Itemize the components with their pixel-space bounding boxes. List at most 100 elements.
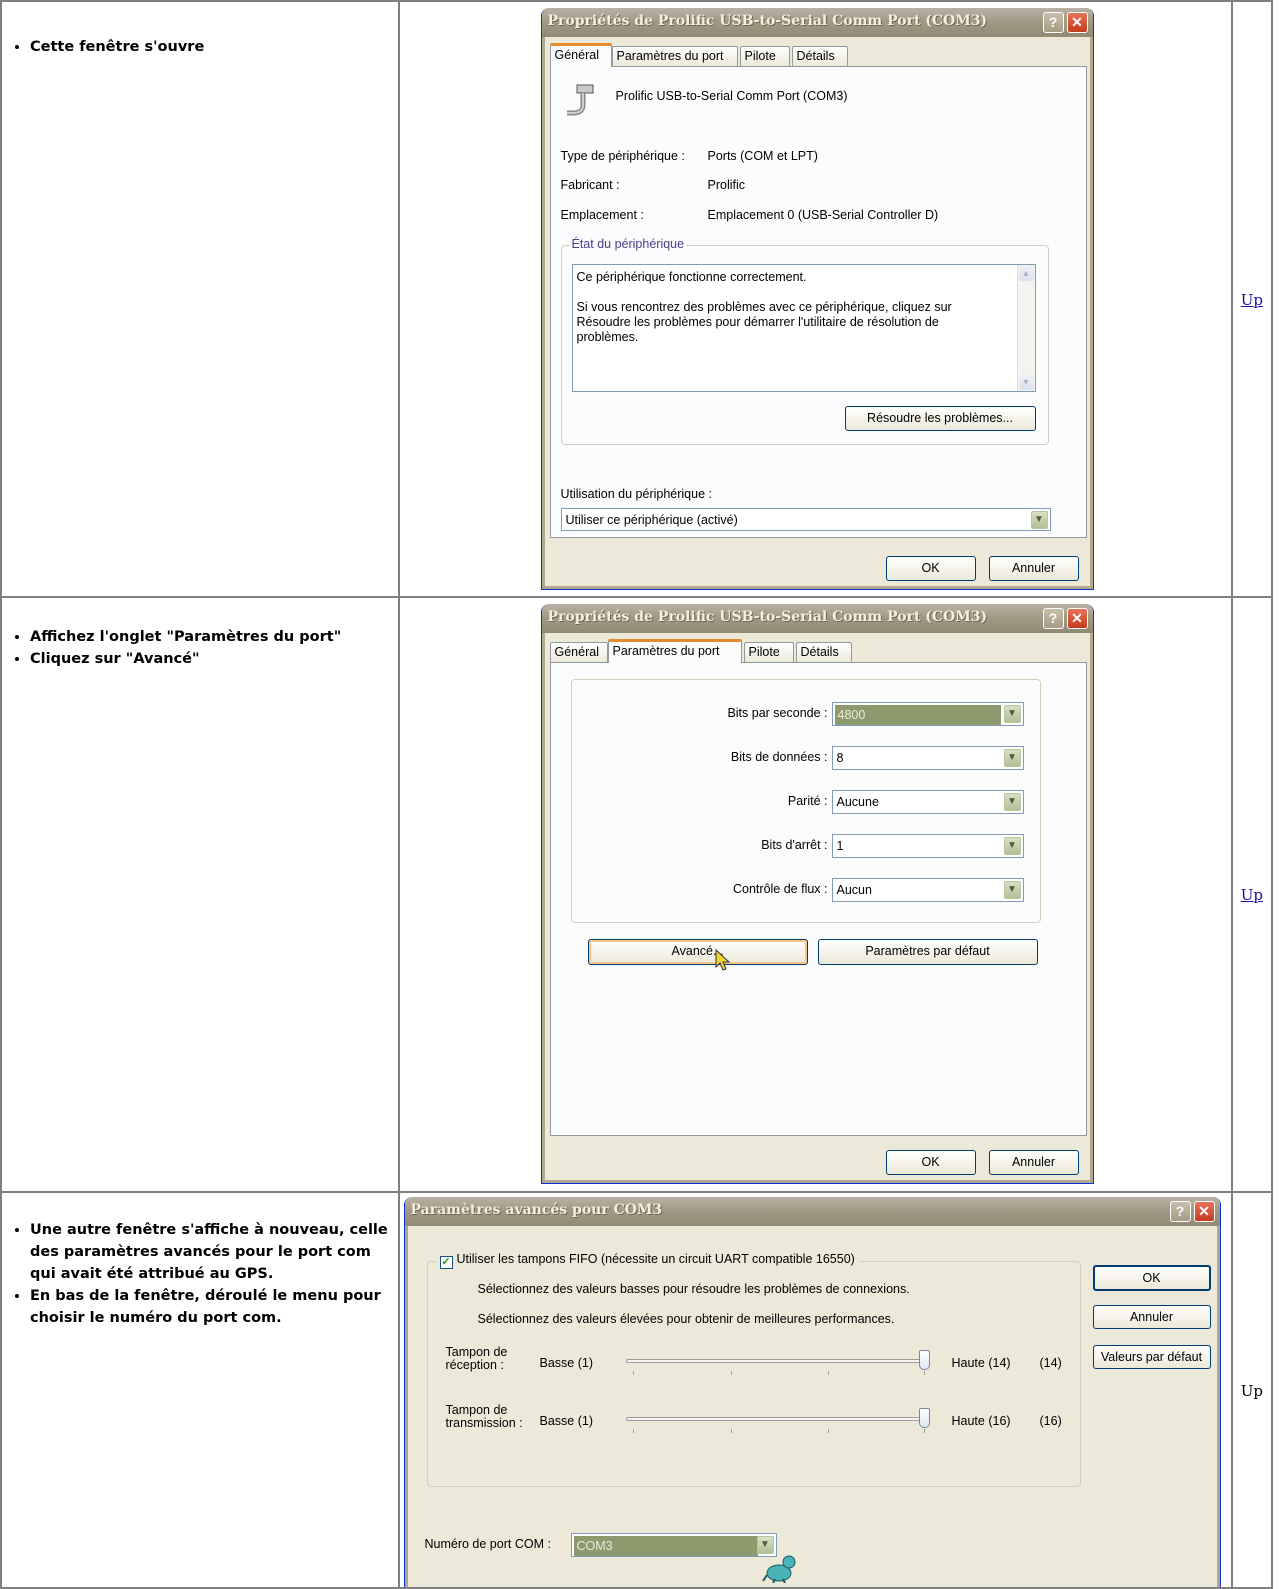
status-line: Ce périphérique fonctionne correctement.	[576, 270, 807, 284]
scroll-down-icon[interactable]: ▼	[1018, 375, 1034, 390]
rx-high: Haute (14)	[951, 1356, 1011, 1370]
defaults-button[interactable]: Valeurs par défaut	[1092, 1345, 1211, 1369]
advanced-button[interactable]: Avancé...	[587, 939, 808, 965]
status-line: problèmes.	[576, 330, 639, 344]
ok-button[interactable]: OK	[885, 1150, 976, 1175]
bullet-list: Une autre fenêtre s'affiche à nouveau, c…	[2, 1219, 398, 1329]
fifo-option[interactable]: ✓ Utiliser les tampons FIFO (nécessite un…	[435, 1252, 859, 1269]
field-label: Bits de données :	[730, 750, 828, 764]
scrollbar[interactable]: ▲ ▼	[1016, 265, 1035, 391]
field-label: Bits d'arrêt :	[761, 838, 828, 852]
cancel-button[interactable]: Annuler	[1092, 1305, 1211, 1329]
cancel-button[interactable]: Annuler	[988, 1150, 1079, 1175]
data-bits-value: 8	[836, 751, 844, 765]
window-title: Propriétés de Prolific USB-to-Serial Com…	[547, 13, 988, 29]
rx-label-2: réception :	[445, 1358, 504, 1372]
status-line: Si vous rencontrez des problèmes avec ce…	[576, 300, 952, 314]
close-icon[interactable]: ✕	[1066, 608, 1088, 629]
chevron-down-icon[interactable]: ▼	[756, 1536, 774, 1554]
rx-slider-track[interactable]	[625, 1359, 926, 1363]
tab-details[interactable]: Détails	[795, 642, 852, 662]
tab-general[interactable]: Général	[549, 43, 612, 67]
advanced-settings-window: Paramètres avancés pour COM3 ? ✕ ✓ Utilis…	[403, 1197, 1221, 1586]
window-title: Paramètres avancés pour COM3	[410, 1202, 663, 1218]
bullet-item: Affichez l'onglet "Paramètres du port"	[30, 626, 398, 648]
chevron-down-icon[interactable]: ▼	[1003, 793, 1021, 811]
instruction-cell: Cette fenêtre s'ouvre	[0, 0, 400, 598]
screenshot-cell: Propriétés de Prolific USB-to-Serial Com…	[397, 0, 1233, 598]
help-icon[interactable]: ?	[1042, 608, 1064, 629]
tab-port-settings[interactable]: Paramètres du port	[611, 46, 738, 66]
tx-slider-track[interactable]	[625, 1417, 926, 1421]
tx-slider-thumb[interactable]	[918, 1408, 930, 1428]
parity-select[interactable]: Aucune ▼	[831, 790, 1024, 814]
tab-port-settings[interactable]: Paramètres du port	[607, 639, 742, 663]
baud-select[interactable]: 4800 ▼	[831, 702, 1024, 726]
tab-panel: Bits par seconde : 4800 ▼ Bits de donnée…	[549, 662, 1087, 1136]
port-fields-group: Bits par seconde : 4800 ▼ Bits de donnée…	[570, 679, 1041, 923]
prop-label: Emplacement :	[560, 208, 644, 222]
ok-button[interactable]: OK	[885, 556, 976, 581]
flow-control-select[interactable]: Aucun ▼	[831, 878, 1024, 902]
busy-cursor-icon	[761, 1553, 801, 1584]
tx-low: Basse (1)	[539, 1414, 594, 1428]
tab-details[interactable]: Détails	[791, 46, 848, 66]
fifo-checkbox[interactable]: ✓	[439, 1256, 453, 1269]
help-icon[interactable]: ?	[1042, 12, 1064, 33]
status-textbox[interactable]: Ce périphérique fonctionne correctement.…	[571, 264, 1036, 392]
hint-high: Sélectionnez des valeurs élevées pour ob…	[477, 1312, 895, 1326]
up-link[interactable]: Up	[1233, 291, 1263, 309]
slider-tick	[632, 1371, 634, 1375]
bullet-item: Cliquez sur "Avancé"	[30, 648, 398, 670]
up-cell: Up	[1230, 1191, 1274, 1589]
com-port-label: Numéro de port COM :	[424, 1537, 551, 1551]
baud-value: 4800	[834, 705, 1001, 725]
tab-general[interactable]: Général	[549, 642, 608, 662]
stop-bits-select[interactable]: 1 ▼	[831, 834, 1024, 858]
slider-tick	[730, 1429, 732, 1433]
prop-label: Type de périphérique :	[560, 149, 685, 163]
scroll-up-icon[interactable]: ▲	[1018, 266, 1034, 281]
troubleshoot-button[interactable]: Résoudre les problèmes...	[844, 406, 1036, 431]
chevron-down-icon[interactable]: ▼	[1030, 511, 1048, 529]
flow-control-value: Aucun	[836, 883, 872, 897]
help-icon[interactable]: ?	[1169, 1201, 1191, 1222]
slider-tick	[923, 1429, 925, 1433]
title-bar[interactable]: Paramètres avancés pour COM3 ? ✕	[404, 1197, 1220, 1226]
usage-select[interactable]: Utiliser ce périphérique (activé) ▼	[560, 508, 1051, 531]
tx-high: Haute (16)	[951, 1414, 1011, 1428]
instruction-cell: Affichez l'onglet "Paramètres du port" C…	[0, 596, 400, 1193]
table-row: Une autre fenêtre s'affiche à nouveau, c…	[0, 1191, 1274, 1589]
field-label: Bits par seconde :	[727, 706, 828, 720]
tab-driver[interactable]: Pilote	[739, 46, 790, 66]
device-status-group: État du périphérique Ce périphérique fon…	[560, 237, 1049, 445]
close-icon[interactable]: ✕	[1066, 12, 1088, 33]
chevron-down-icon[interactable]: ▼	[1003, 749, 1021, 767]
rx-label: Tampon de réception :	[446, 1346, 508, 1372]
title-bar[interactable]: Propriétés de Prolific USB-to-Serial Com…	[541, 604, 1093, 633]
tab-driver[interactable]: Pilote	[743, 642, 794, 662]
chevron-down-icon[interactable]: ▼	[1003, 705, 1021, 723]
up-text: Up	[1240, 1381, 1263, 1400]
chevron-down-icon[interactable]: ▼	[1003, 881, 1021, 899]
up-link[interactable]: Up	[1233, 886, 1263, 904]
instructions-table: Cette fenêtre s'ouvre Propriétés de Prol…	[0, 0, 1274, 1589]
close-icon[interactable]: ✕	[1193, 1201, 1215, 1222]
data-bits-select[interactable]: 8 ▼	[831, 746, 1024, 770]
chevron-down-icon[interactable]: ▼	[1003, 837, 1021, 855]
rx-slider-thumb[interactable]	[918, 1350, 930, 1370]
window-title: Propriétés de Prolific USB-to-Serial Com…	[547, 609, 988, 625]
com-port-select[interactable]: COM3 ▼	[570, 1533, 777, 1557]
prop-label: Fabricant :	[560, 178, 620, 192]
table-row: Cette fenêtre s'ouvre Propriétés de Prol…	[0, 0, 1274, 598]
bullet-list: Affichez l'onglet "Paramètres du port" C…	[2, 626, 398, 670]
slider-tick	[827, 1371, 829, 1375]
ok-button[interactable]: OK	[1092, 1265, 1211, 1291]
tx-label-2: transmission :	[445, 1416, 523, 1430]
com-port-value: COM3	[573, 1536, 758, 1556]
defaults-button[interactable]: Paramètres par défaut	[817, 939, 1038, 965]
tx-value: (16)	[1039, 1414, 1062, 1428]
cancel-button[interactable]: Annuler	[988, 556, 1079, 581]
title-bar[interactable]: Propriétés de Prolific USB-to-Serial Com…	[541, 8, 1093, 37]
table-row: Affichez l'onglet "Paramètres du port" C…	[0, 596, 1274, 1193]
